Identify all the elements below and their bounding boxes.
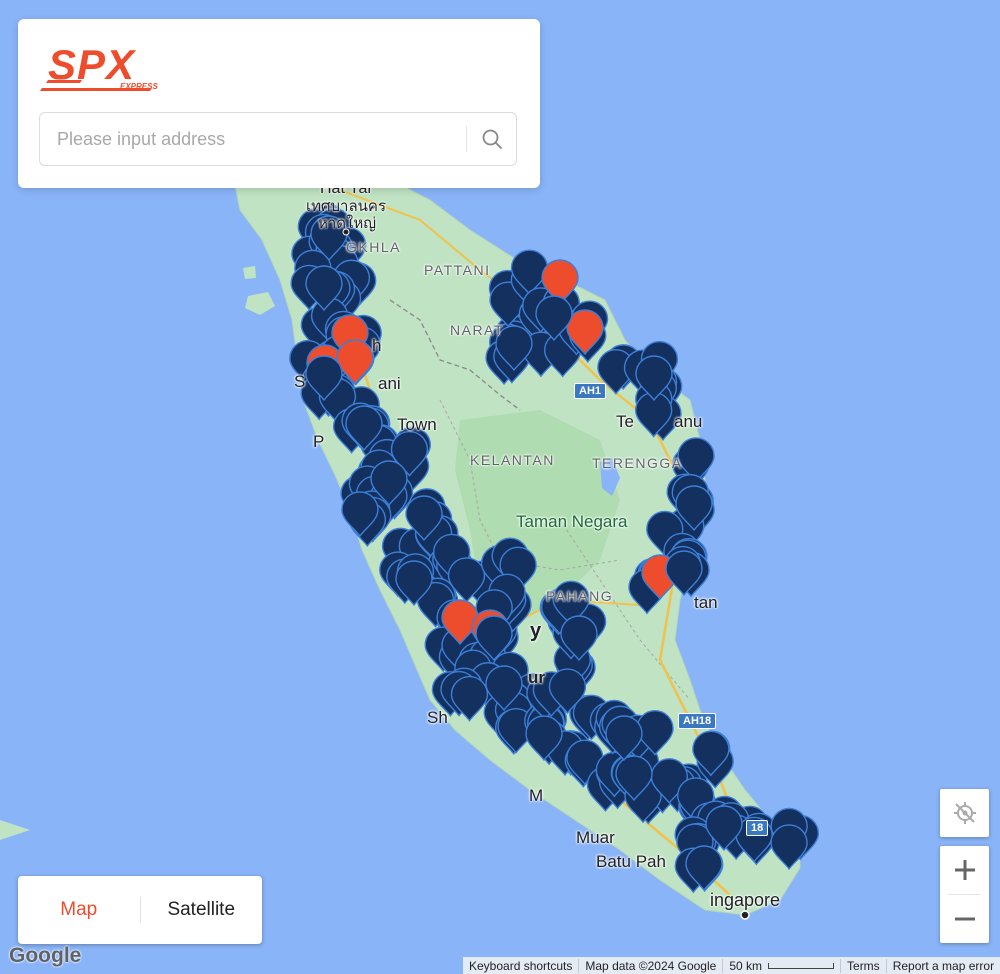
locate-icon <box>953 802 976 824</box>
map-label: Taman Negara <box>516 512 628 531</box>
zoom-in-button[interactable] <box>940 846 989 894</box>
map-type-switcher: Map Satellite <box>18 876 262 944</box>
map-label: tan <box>694 593 718 612</box>
map-label: Te <box>616 412 634 431</box>
zoom-control <box>940 846 989 943</box>
minus-icon <box>954 917 975 921</box>
locate-control <box>940 789 989 837</box>
plus-icon <box>954 860 975 880</box>
keyboard-shortcuts-link[interactable]: Keyboard shortcuts <box>463 959 578 973</box>
scale-label: 50 km <box>729 958 763 973</box>
search-panel: SPX EXPRESS <box>18 19 540 188</box>
brand-tagline: EXPRESS <box>120 82 158 91</box>
map-label: M <box>529 786 544 805</box>
map-label: หาดใหญ่ <box>318 215 377 232</box>
map-label: NARAT <box>450 322 504 338</box>
search-box <box>39 112 517 166</box>
map-label: ani <box>378 374 401 393</box>
map-data-text: Map data ©2024 Google <box>578 958 722 973</box>
road-shield-ah18: AH18 <box>678 713 717 729</box>
map-label: P <box>313 432 325 451</box>
google-logo: Google <box>9 944 82 967</box>
map-label: Sh <box>427 708 448 727</box>
map-attribution-bar: Keyboard shortcuts Map data ©2024 Google… <box>463 957 1000 974</box>
map-label: PAHANG <box>546 588 614 604</box>
map-label: TERENGGA <box>592 455 683 471</box>
map-label: ingapore <box>710 890 781 910</box>
road-shield-ah1: AH1 <box>574 383 607 399</box>
map-label: h <box>372 336 382 355</box>
map-label: Batu Pah <box>596 852 666 871</box>
search-icon <box>482 129 502 149</box>
road-shield-18: 18 <box>746 820 769 836</box>
map-label: KELANTAN <box>470 452 555 468</box>
scale-indicator[interactable]: 50 km <box>722 958 840 973</box>
map-label: y <box>530 620 542 642</box>
zoom-out-button[interactable] <box>940 895 989 943</box>
scale-bar <box>768 963 835 970</box>
island-small <box>243 266 256 279</box>
spx-express-logo: SPX EXPRESS <box>40 41 158 91</box>
report-map-error-link[interactable]: Report a map error <box>885 958 1000 973</box>
map-label: Town <box>397 415 437 434</box>
map-label: PATTANI <box>424 262 491 278</box>
address-search-input[interactable] <box>40 113 466 165</box>
map-label: anu <box>674 412 703 431</box>
map-label: GKHLA <box>346 239 401 255</box>
map-type-map-button[interactable]: Map <box>18 899 140 921</box>
search-button[interactable] <box>467 113 516 165</box>
capital-dot <box>740 910 750 920</box>
my-location-button[interactable] <box>940 789 989 837</box>
map-label: S <box>294 372 306 391</box>
map-label: Muar <box>576 828 615 847</box>
terms-link[interactable]: Terms <box>840 958 886 973</box>
map-type-satellite-button[interactable]: Satellite <box>141 899 263 921</box>
map-label: ur <box>528 668 545 687</box>
